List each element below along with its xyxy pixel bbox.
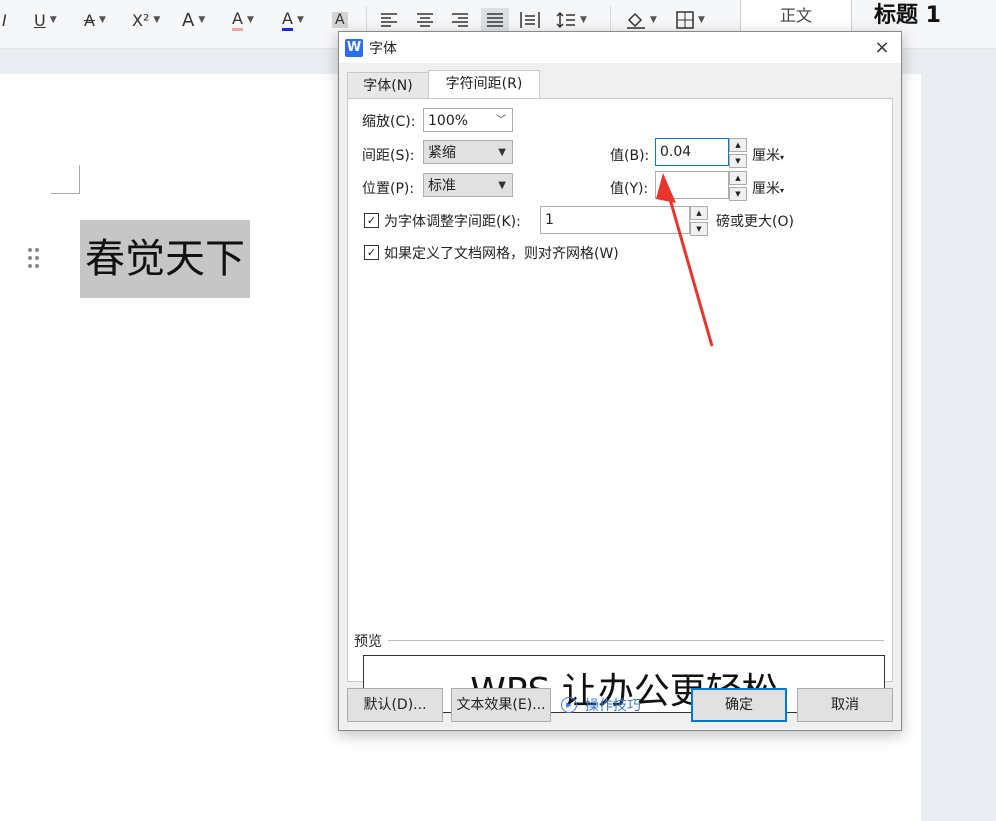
chevron-down-icon: ▼ <box>198 15 206 25</box>
chevron-down-icon: ﹀ <box>496 115 506 126</box>
kerning-checkbox[interactable]: ✓ <box>364 213 379 228</box>
chevron-down-icon: ▼ <box>153 15 161 25</box>
chevron-down-icon: ▼ <box>49 15 57 25</box>
spin-up-icon[interactable]: ▲ <box>690 206 708 220</box>
grid-align-label: 如果定义了文档网格，则对齐网格(W) <box>384 246 619 262</box>
spin-down-icon[interactable]: ▼ <box>729 154 747 168</box>
spacing-unit-dropdown[interactable]: 厘米▾ <box>752 145 784 165</box>
dialog-title: 字体 <box>369 41 397 57</box>
align-center-icon <box>417 13 433 27</box>
toolbar-divider <box>366 6 367 34</box>
position-value-label: 值(Y): <box>610 181 649 197</box>
style-normal[interactable]: 正文 <box>740 0 852 32</box>
character-spacing-panel: 缩放(C): 100% ﹀ 间距(S): 紧缩 ▼ 值(B): 0.04 ▲ ▼ 厘… <box>347 98 893 713</box>
chevron-down-icon: ▼ <box>498 147 506 158</box>
align-center-button[interactable] <box>416 8 434 32</box>
line-spacing-button[interactable]: ▼ <box>556 8 587 32</box>
borders-button[interactable]: ▼ <box>676 8 705 32</box>
distributed-icon <box>520 12 540 28</box>
chevron-down-icon: ▼ <box>498 180 506 191</box>
position-label: 位置(P): <box>362 181 415 197</box>
chevron-down-icon: ▼ <box>580 15 587 25</box>
align-right-icon <box>452 13 468 27</box>
tips-link[interactable]: ▶ 操作技巧 <box>561 695 641 715</box>
kerning-suffix-label: 磅或更大(O) <box>716 214 794 230</box>
checkmark-icon: ✓ <box>366 214 377 227</box>
chevron-down-icon: ▼ <box>296 15 304 25</box>
spacing-label: 间距(S): <box>362 148 415 164</box>
kerning-label: 为字体调整字间距(K): <box>384 214 521 230</box>
spin-down-icon[interactable]: ▼ <box>729 187 747 201</box>
distributed-button[interactable] <box>520 8 540 32</box>
style-heading-1[interactable]: 标题 1 <box>858 0 996 30</box>
chevron-down-icon: ▾ <box>780 186 785 195</box>
font-color-button[interactable]: A ▼ <box>282 8 304 32</box>
spacing-value-stepper[interactable]: ▲ ▼ <box>729 138 747 168</box>
kerning-value-input[interactable]: 1 <box>540 206 690 234</box>
scale-select[interactable]: 100% ﹀ <box>423 108 513 132</box>
underline-button[interactable]: U ▼ <box>34 8 57 32</box>
chevron-down-icon: ▼ <box>98 15 106 25</box>
chevron-down-icon: ▾ <box>780 153 785 162</box>
justify-icon <box>487 13 503 27</box>
dialog-titlebar[interactable]: W 字体 × <box>339 32 901 63</box>
border-grid-icon <box>676 11 694 29</box>
line-spacing-icon <box>556 11 575 29</box>
page-corner-mark <box>51 165 80 194</box>
position-value-stepper[interactable]: ▲ ▼ <box>729 171 747 201</box>
chevron-down-icon: ▼ <box>698 15 705 25</box>
spacing-value-label: 值(B): <box>610 148 650 164</box>
superscript-button[interactable]: X² ▼ <box>132 8 160 32</box>
ok-button[interactable]: 确定 <box>691 688 787 722</box>
checkmark-icon: ✓ <box>366 246 377 259</box>
paint-bucket-icon <box>627 12 645 29</box>
strikethrough-button[interactable]: A ▼ <box>84 8 106 32</box>
char-shading-button[interactable]: A <box>332 8 348 32</box>
default-button[interactable]: 默认(D)... <box>347 688 443 722</box>
play-circle-icon: ▶ <box>561 697 577 713</box>
grid-align-checkbox[interactable]: ✓ <box>364 245 379 260</box>
wps-writer-icon: W <box>345 39 363 57</box>
shading-button[interactable]: ▼ <box>626 8 657 32</box>
toolbar-divider <box>610 6 611 34</box>
chevron-down-icon: ▼ <box>650 15 657 25</box>
align-right-button[interactable] <box>451 8 469 32</box>
font-dialog: W 字体 × 字体(N) 字符间距(R) 缩放(C): 100% ﹀ 间距(S):… <box>338 31 902 731</box>
align-left-icon <box>381 13 397 27</box>
scale-label: 缩放(C): <box>362 114 416 130</box>
spacing-value-input[interactable]: 0.04 <box>655 138 729 166</box>
align-left-button[interactable] <box>380 8 398 32</box>
spin-up-icon[interactable]: ▲ <box>729 171 747 185</box>
chevron-down-icon: ▼ <box>246 15 254 25</box>
italic-button[interactable]: I <box>2 8 7 32</box>
preview-label: 预览 <box>354 634 382 650</box>
spin-down-icon[interactable]: ▼ <box>690 222 708 236</box>
close-button[interactable]: × <box>869 35 895 61</box>
position-unit-dropdown[interactable]: 厘米▾ <box>752 178 784 198</box>
preview-divider <box>388 640 884 641</box>
position-select[interactable]: 标准 ▼ <box>423 173 513 197</box>
kerning-value-stepper[interactable]: ▲ ▼ <box>690 206 708 236</box>
drag-handle-icon[interactable] <box>28 248 42 270</box>
cancel-button[interactable]: 取消 <box>797 688 893 722</box>
selected-document-text[interactable]: 春觉天下 <box>80 220 250 298</box>
tab-font[interactable]: 字体(N) <box>347 72 429 100</box>
spin-up-icon[interactable]: ▲ <box>729 138 747 152</box>
justify-button[interactable] <box>481 8 509 32</box>
text-effects-button[interactable]: 文本效果(E)... <box>451 688 551 722</box>
highlight-button[interactable]: A ▼ <box>232 8 254 32</box>
position-value-input[interactable] <box>655 171 729 199</box>
tab-character-spacing[interactable]: 字符间距(R) <box>428 70 540 100</box>
text-outline-button[interactable]: A ▼ <box>182 8 205 32</box>
spacing-select[interactable]: 紧缩 ▼ <box>423 140 513 164</box>
